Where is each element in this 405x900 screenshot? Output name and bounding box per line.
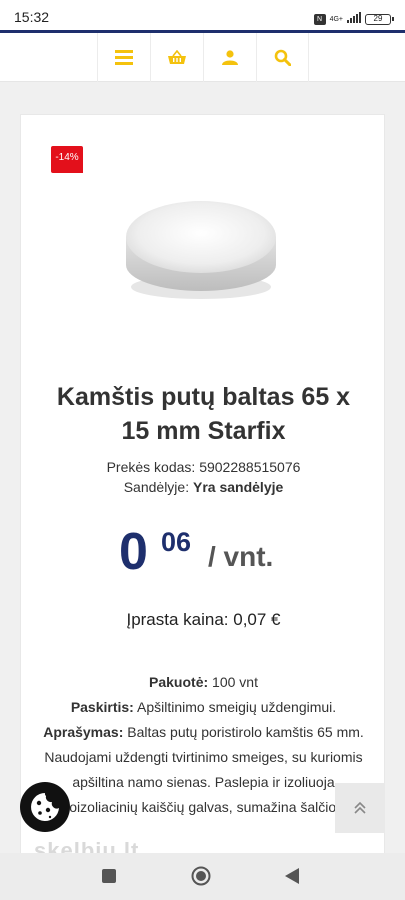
back-icon — [285, 868, 299, 884]
product-code: Prekės kodas: 5902288515076 — [21, 459, 386, 475]
battery-icon: 29 — [365, 13, 394, 25]
recents-button[interactable] — [96, 863, 122, 889]
purpose-line: Paskirtis: Apšiltinimo smeigių uždengimu… — [39, 695, 368, 720]
back-button[interactable] — [279, 863, 305, 889]
recents-icon — [102, 869, 116, 883]
price-unit: / vnt. — [208, 541, 274, 572]
regular-price: Įprasta kaina: 0,07 € — [126, 610, 281, 629]
stock-label: Sandėlyje: — [123, 479, 190, 495]
stock-status: Sandėlyje: Yra sandėlyje — [21, 479, 386, 495]
price-decimal: 06 — [161, 527, 192, 557]
description-line: Aprašymas: Baltas putų poristirolo kamšt… — [39, 720, 368, 820]
purpose-value: Apšiltinimo smeigių uždengimui. — [136, 699, 337, 715]
product-card: -14% Kamštis putų baltas 65 x 15 mm Star… — [20, 114, 385, 874]
double-chevron-up-icon — [354, 801, 366, 814]
user-icon — [222, 50, 238, 65]
basket-button[interactable] — [150, 33, 203, 82]
search-button[interactable] — [256, 33, 309, 82]
package-value: 100 vnt — [212, 674, 258, 690]
signal-icon — [347, 10, 361, 28]
package-line: Pakuotė: 100 vnt — [39, 670, 368, 695]
basket-icon — [168, 50, 186, 64]
cookie-settings-button[interactable] — [20, 782, 70, 832]
cookie-icon — [31, 793, 59, 821]
purpose-label: Paskirtis: — [70, 699, 134, 715]
product-code-value: 5902288515076 — [199, 459, 301, 475]
product-description: Pakuotė: 100 vnt Paskirtis: Apšiltinimo … — [39, 670, 368, 820]
home-icon — [191, 866, 211, 886]
site-header — [0, 33, 405, 82]
search-icon — [274, 49, 291, 66]
product-title: Kamštis putų baltas 65 x 15 mm Starfix — [56, 383, 351, 445]
discount-badge: -14% — [51, 146, 83, 173]
package-label: Pakuotė: — [149, 674, 209, 690]
menu-icon — [115, 50, 133, 65]
product-code-label: Prekės kodas: — [106, 459, 196, 475]
nfc-icon: N — [313, 13, 326, 25]
description-label: Aprašymas: — [43, 724, 124, 740]
account-button[interactable] — [203, 33, 256, 82]
system-navigation-bar — [0, 853, 405, 900]
status-bar: 15:32 N 4G+ 29 — [0, 0, 405, 30]
stock-value: Yra sandėlyje — [193, 479, 284, 495]
scroll-to-top-button[interactable] — [335, 783, 385, 833]
home-button[interactable] — [188, 863, 214, 889]
header-nav — [97, 33, 309, 82]
status-icons: N 4G+ 29 — [313, 10, 394, 28]
product-image[interactable] — [121, 187, 281, 307]
status-time: 15:32 — [14, 9, 50, 25]
price-integer: 0 — [119, 523, 148, 581]
network-type: 4G+ — [329, 15, 343, 23]
menu-button[interactable] — [97, 33, 150, 82]
